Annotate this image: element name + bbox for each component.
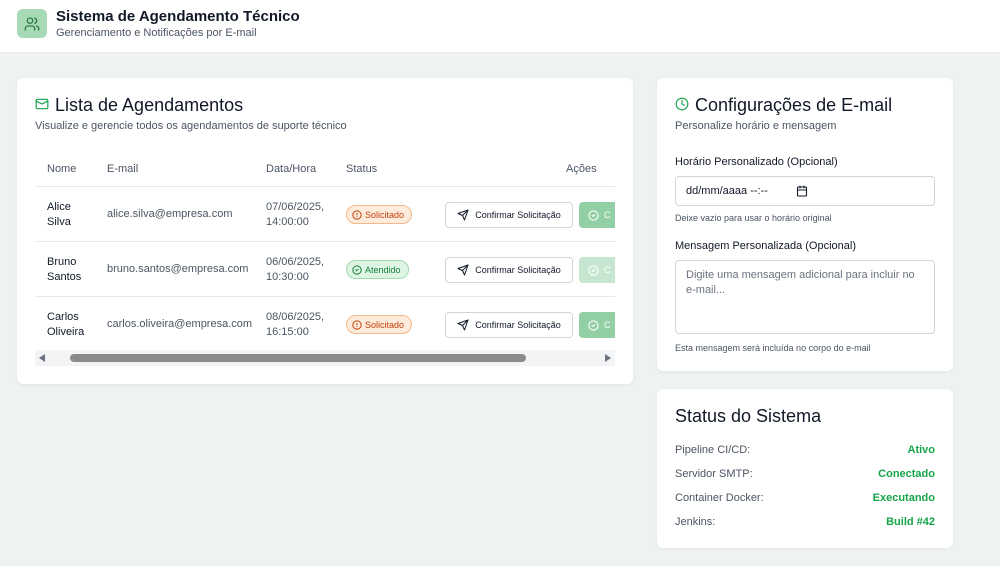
confirm-label: Confirmar Solicitação: [475, 210, 561, 220]
status-badge: Solicitado: [346, 315, 413, 334]
confirm-label: Confirmar Solicitação: [475, 320, 561, 330]
date-text: 06/06/2025,: [266, 256, 325, 268]
appointments-description: Visualize e gerencie todos os agendament…: [35, 120, 347, 132]
cell-datetime: 06/06/2025, 10:30:00: [266, 255, 324, 285]
table-header: Nome E-mail Data/Hora Status Ações: [35, 157, 615, 187]
message-field-label: Mensagem Personalizada (Opcional): [675, 240, 856, 252]
table-row: Alice Silva alice.silva@empresa.com 07/0…: [35, 187, 615, 242]
cell-datetime: 08/06/2025, 16:15:00: [266, 310, 324, 340]
appointments-title-text: Lista de Agendamentos: [55, 95, 244, 115]
datetime-input[interactable]: dd/mm/aaaa --:--: [675, 176, 935, 206]
time-text: 16:15:00: [266, 326, 309, 338]
name-last: Santos: [47, 271, 82, 283]
scroll-right-arrow-icon[interactable]: [605, 354, 611, 362]
status-text: Solicitado: [365, 209, 405, 220]
check-circle-icon: [588, 264, 599, 276]
status-text: Solicitado: [365, 319, 405, 330]
message-textarea[interactable]: Digite uma mensagem adicional para inclu…: [675, 260, 935, 334]
name-last: Oliveira: [47, 326, 85, 338]
alert-circle-icon: [352, 319, 362, 330]
status-value: Conectado: [878, 468, 935, 480]
cell-name: Alice Silva: [47, 200, 97, 230]
status-text: Atendido: [365, 264, 401, 275]
confirm-request-button[interactable]: Confirmar Solicitação: [445, 257, 573, 283]
app-title: Sistema de Agendamento Técnico: [56, 8, 300, 25]
mark-done-button[interactable]: C: [579, 312, 615, 338]
time-text: 10:30:00: [266, 271, 309, 283]
column-header-status: Status: [346, 163, 378, 175]
column-header-datetime: Data/Hora: [266, 163, 317, 175]
cell-datetime: 07/06/2025, 14:00:00: [266, 200, 324, 230]
name-first: Alice: [47, 201, 71, 213]
scroll-left-arrow-icon[interactable]: [39, 354, 45, 362]
cell-email: alice.silva@empresa.com: [107, 208, 233, 220]
app-subtitle: Gerenciamento e Notificações por E-mail: [56, 27, 257, 39]
status-row-smtp: Servidor SMTP: Conectado: [675, 468, 935, 480]
name-first: Carlos: [47, 311, 79, 323]
scrollbar-thumb[interactable]: [70, 354, 526, 362]
table-row: Carlos Oliveira carlos.oliveira@empresa.…: [35, 297, 615, 352]
email-config-title: Configurações de E-mail: [675, 95, 892, 116]
datetime-input-value: dd/mm/aaaa --:--: [686, 185, 768, 197]
status-label: Pipeline CI/CD:: [675, 444, 751, 456]
status-label: Jenkins:: [675, 516, 716, 528]
send-icon: [457, 264, 469, 276]
mark-done-button[interactable]: C: [579, 202, 615, 228]
check-circle-icon: [352, 264, 362, 275]
status-badge: Atendido: [346, 260, 409, 279]
column-header-email: E-mail: [107, 163, 139, 175]
email-config-title-text: Configurações de E-mail: [695, 95, 893, 115]
status-badge: Solicitado: [346, 205, 413, 224]
confirm-request-button[interactable]: Confirmar Solicitação: [445, 312, 573, 338]
confirm-label: Confirmar Solicitação: [475, 265, 561, 275]
status-row-pipeline: Pipeline CI/CD: Ativo: [675, 444, 935, 456]
status-value: Executando: [872, 492, 935, 504]
column-header-actions: Ações: [566, 163, 597, 175]
confirm-request-button[interactable]: Confirmar Solicitação: [445, 202, 573, 228]
mark-done-label: C: [604, 320, 611, 330]
date-text: 08/06/2025,: [266, 311, 325, 323]
alert-circle-icon: [352, 209, 362, 220]
app-header: Sistema de Agendamento Técnico Gerenciam…: [0, 0, 1000, 53]
appointments-title: Lista de Agendamentos: [35, 95, 243, 116]
cell-email: carlos.oliveira@empresa.com: [107, 318, 253, 330]
status-value: Ativo: [907, 444, 936, 456]
check-circle-icon: [588, 209, 599, 221]
mark-done-label: C: [604, 265, 611, 275]
time-text: 14:00:00: [266, 216, 309, 228]
name-last: Silva: [47, 216, 71, 228]
system-status-title: Status do Sistema: [675, 406, 822, 426]
status-row-docker: Container Docker: Executando: [675, 492, 935, 504]
cell-name: Carlos Oliveira: [47, 310, 97, 340]
time-field-label: Horário Personalizado (Opcional): [675, 156, 838, 168]
column-header-name: Nome: [47, 163, 77, 175]
date-text: 07/06/2025,: [266, 201, 325, 213]
horizontal-scrollbar[interactable]: [35, 350, 615, 366]
cell-name: Bruno Santos: [47, 255, 97, 285]
cell-email: bruno.santos@empresa.com: [107, 263, 249, 275]
message-field-hint: Esta mensagem será incluída no corpo do …: [675, 343, 871, 353]
mark-done-label: C: [604, 210, 611, 220]
users-icon: [17, 9, 47, 38]
status-label: Servidor SMTP:: [675, 468, 753, 480]
calendar-icon[interactable]: [796, 185, 808, 200]
status-row-jenkins: Jenkins: Build #42: [675, 516, 935, 528]
mark-done-button[interactable]: C: [579, 257, 615, 283]
clock-icon: [675, 95, 689, 116]
appointments-card: Lista de Agendamentos Visualize e gerenc…: [17, 78, 633, 384]
send-icon: [457, 209, 469, 221]
table-row: Bruno Santos bruno.santos@empresa.com 06…: [35, 242, 615, 297]
email-config-card: Configurações de E-mail Personalize horá…: [657, 78, 953, 371]
send-icon: [457, 319, 469, 331]
name-first: Bruno: [47, 256, 77, 268]
status-label: Container Docker:: [675, 492, 764, 504]
appointments-table: Nome E-mail Data/Hora Status Ações Alice…: [35, 157, 615, 352]
time-field-hint: Deixe vazio para usar o horário original: [675, 213, 832, 223]
email-config-description: Personalize horário e mensagem: [675, 120, 837, 132]
check-circle-icon: [588, 319, 599, 331]
system-status-card: Status do Sistema Pipeline CI/CD: Ativo …: [657, 389, 953, 548]
mail-icon: [35, 95, 49, 116]
status-value: Build #42: [886, 516, 935, 528]
